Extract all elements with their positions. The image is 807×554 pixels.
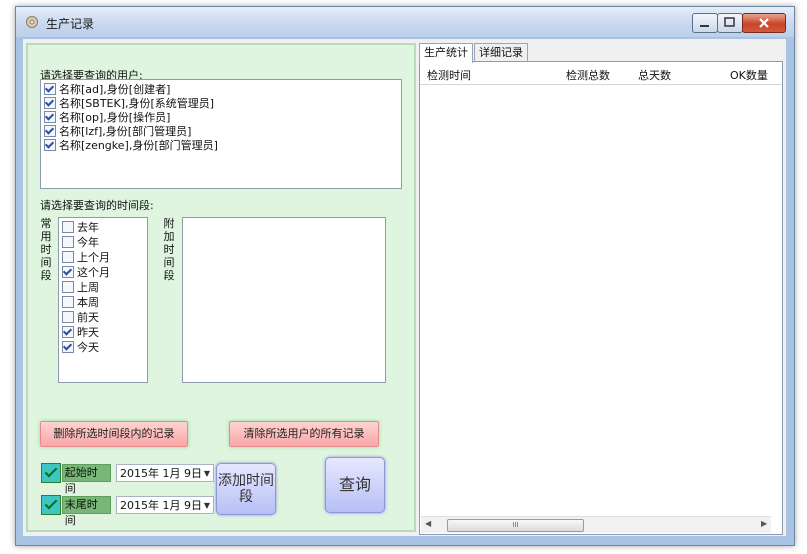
checkbox[interactable] [62,266,74,278]
checkbox[interactable] [44,97,56,109]
user-item[interactable]: 名称[op],身份[操作员] [44,110,170,124]
app-window: 生产记录 请选择要查询的用户: 名称[ad],身份[创建者] 名称[SBTEK]… [15,6,795,546]
minimize-icon [700,25,709,27]
horizontal-scrollbar[interactable]: ◀ III ▶ [421,516,771,533]
period-item[interactable]: 这个月 [62,265,110,279]
client-area: 请选择要查询的用户: 名称[ad],身份[创建者] 名称[SBTEK],身份[系… [23,39,786,536]
scroll-left-icon[interactable]: ◀ [425,519,431,528]
column-header[interactable]: OK数量 [730,67,768,83]
common-period-list[interactable]: 去年 今年 上个月 这个月 上周 本周 前天 昨天 今天 [58,217,148,383]
checkbox[interactable] [62,221,74,233]
column-header[interactable]: 检测总数 [566,67,610,83]
column-header[interactable]: 检测时间 [427,67,471,83]
app-gear-icon [26,16,38,28]
chevron-down-icon: ▼ [203,501,210,510]
chevron-down-icon: ▼ [203,469,210,478]
period-item[interactable]: 前天 [62,310,99,324]
checkbox[interactable] [62,236,74,248]
user-item[interactable]: 名称[lzf],身份[部门管理员] [44,124,191,138]
extra-period-label: 附加时间段 [163,217,175,282]
checkbox[interactable] [62,251,74,263]
start-time-checkbox[interactable]: 起始时间 [41,462,111,495]
column-header[interactable]: 总天数 [638,67,671,83]
user-list[interactable]: 名称[ad],身份[创建者] 名称[SBTEK],身份[系统管理员] 名称[op… [40,79,402,189]
end-date-picker[interactable]: 2015年 1月 9日 ▼ [116,496,214,514]
tab-production-stats[interactable]: 生产统计 [419,43,473,63]
scroll-thumb[interactable]: III [447,519,584,532]
add-period-button[interactable]: 添加时间段 [216,463,276,515]
common-period-label: 常用时间段 [40,217,52,282]
checkbox[interactable] [44,139,56,151]
end-time-checkbox[interactable]: 末尾时间 [41,494,111,527]
period-item[interactable]: 今年 [62,235,99,249]
tab-detail-records[interactable]: 详细记录 [474,43,528,62]
period-item[interactable]: 本周 [62,295,99,309]
period-item[interactable]: 去年 [62,220,99,234]
close-button[interactable] [742,13,786,33]
check-icon [41,495,61,515]
results-panel: 生产统计 详细记录 检测时间 检测总数 总天数 OK数量 ◀ III ▶ [419,43,783,535]
query-panel: 请选择要查询的用户: 名称[ad],身份[创建者] 名称[SBTEK],身份[系… [26,43,416,532]
minimize-button[interactable] [692,13,718,33]
checkbox[interactable] [44,83,56,95]
grid-header: 检测时间 检测总数 总天数 OK数量 [420,62,782,85]
clear-user-records-button[interactable]: 清除所选用户的所有记录 [229,421,379,447]
checkbox[interactable] [62,296,74,308]
scroll-right-icon[interactable]: ▶ [761,519,767,528]
maximize-icon [724,17,735,27]
delete-period-records-button[interactable]: 删除所选时间段内的记录 [40,421,188,447]
period-item[interactable]: 上周 [62,280,99,294]
period-item[interactable]: 昨天 [62,325,99,339]
checkbox[interactable] [62,281,74,293]
checkbox[interactable] [62,311,74,323]
query-button[interactable]: 查询 [325,457,385,513]
checkbox[interactable] [44,125,56,137]
extra-period-list[interactable] [182,217,386,383]
user-item[interactable]: 名称[zengke],身份[部门管理员] [44,138,218,152]
period-item[interactable]: 上个月 [62,250,110,264]
title-bar[interactable]: 生产记录 [16,7,794,37]
checkbox[interactable] [62,326,74,338]
check-icon [41,463,61,483]
maximize-button[interactable] [717,13,743,33]
stats-grid[interactable]: 检测时间 检测总数 总天数 OK数量 ◀ III ▶ [419,61,783,535]
period-label: 请选择要查询的时间段: [40,199,154,212]
user-item[interactable]: 名称[SBTEK],身份[系统管理员] [44,96,214,110]
checkbox[interactable] [44,111,56,123]
start-date-picker[interactable]: 2015年 1月 9日 ▼ [116,464,214,482]
checkbox[interactable] [62,341,74,353]
close-icon [759,18,769,28]
period-item[interactable]: 今天 [62,340,99,354]
user-item[interactable]: 名称[ad],身份[创建者] [44,82,170,96]
window-title: 生产记录 [46,17,95,31]
